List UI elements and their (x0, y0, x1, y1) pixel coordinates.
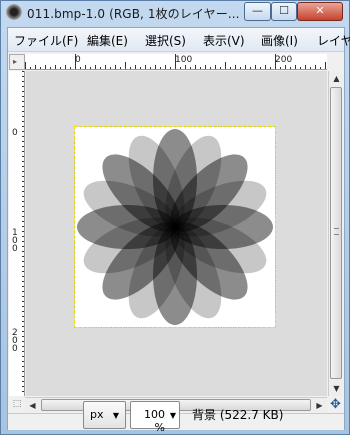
canvas-area[interactable] (26, 71, 327, 396)
image-canvas[interactable] (74, 126, 276, 328)
quick-mask-toggle-icon[interactable]: ⬚ (9, 397, 25, 412)
title-bar[interactable]: 011.bmp-1.0 (RGB, 1枚のレイヤー... — ☐ ✕ (1, 1, 350, 25)
flower-image (77, 129, 273, 325)
menu-arrow-icon: ▸ (13, 57, 18, 66)
window-title: 011.bmp-1.0 (RGB, 1枚のレイヤー... (27, 7, 240, 21)
image-window: 011.bmp-1.0 (RGB, 1枚のレイヤー... — ☐ ✕ ファイル(… (0, 0, 350, 435)
chevron-down-icon: ▼ (169, 411, 176, 420)
status-message: 背景 (522.7 KB) (192, 408, 284, 422)
menu-arrow-button[interactable]: ▸ (9, 54, 25, 70)
navigate-icon[interactable]: ✥ (328, 397, 343, 412)
gimp-app-icon (6, 4, 22, 20)
ruler-left-label-100: 100 (12, 228, 18, 254)
zoom-combo[interactable]: 100 % ▼ (130, 401, 180, 434)
vertical-ruler[interactable]: 0 100 200 (9, 71, 25, 396)
scroll-right-arrow-icon[interactable]: ▶ (312, 398, 327, 413)
ruler-left-label-0: 0 (12, 128, 18, 138)
zoom-value: 100 % (144, 408, 165, 434)
scroll-up-arrow-icon[interactable]: ▲ (329, 71, 344, 86)
vertical-scroll-thumb[interactable] (330, 87, 342, 379)
zoom-toggle-corner[interactable] (328, 54, 343, 70)
unit-value: px (90, 408, 104, 421)
horizontal-ruler[interactable]: 0 100 200 (25, 54, 327, 70)
scroll-down-arrow-icon[interactable]: ▼ (329, 381, 344, 396)
menu-view[interactable]: 表示(V) (203, 32, 245, 49)
ruler-top-label-100: 100 (175, 55, 193, 65)
menu-edit[interactable]: 編集(E) (87, 32, 128, 49)
menu-select[interactable]: 選択(S) (145, 32, 186, 49)
chevron-down-icon: ▼ (112, 411, 119, 420)
ruler-left-label-200: 200 (12, 328, 18, 354)
unit-select[interactable]: px ▼ (83, 401, 126, 429)
scroll-left-arrow-icon[interactable]: ◀ (25, 398, 40, 413)
status-bar: px ▼ 100 % ▼ 背景 (522.7 KB) (8, 401, 344, 434)
close-button[interactable]: ✕ (297, 2, 343, 21)
vertical-scrollbar[interactable]: ▲ ▼ (328, 71, 343, 396)
window-client: ファイル(F) 編集(E) 選択(S) 表示(V) 画像(I) レイヤ ▸ 0 … (7, 27, 350, 434)
grip-icon (334, 228, 339, 235)
menu-image[interactable]: 画像(I) (261, 32, 298, 49)
menu-layer[interactable]: レイヤ (317, 32, 350, 49)
ruler-top-label-0: 0 (75, 55, 81, 65)
maximize-button[interactable]: ☐ (271, 2, 297, 21)
menu-file[interactable]: ファイル(F) (14, 32, 78, 49)
menu-bar: ファイル(F) 編集(E) 選択(S) 表示(V) 画像(I) レイヤ (8, 28, 350, 52)
ruler-top-label-200: 200 (275, 55, 293, 65)
minimize-button[interactable]: — (244, 2, 271, 21)
